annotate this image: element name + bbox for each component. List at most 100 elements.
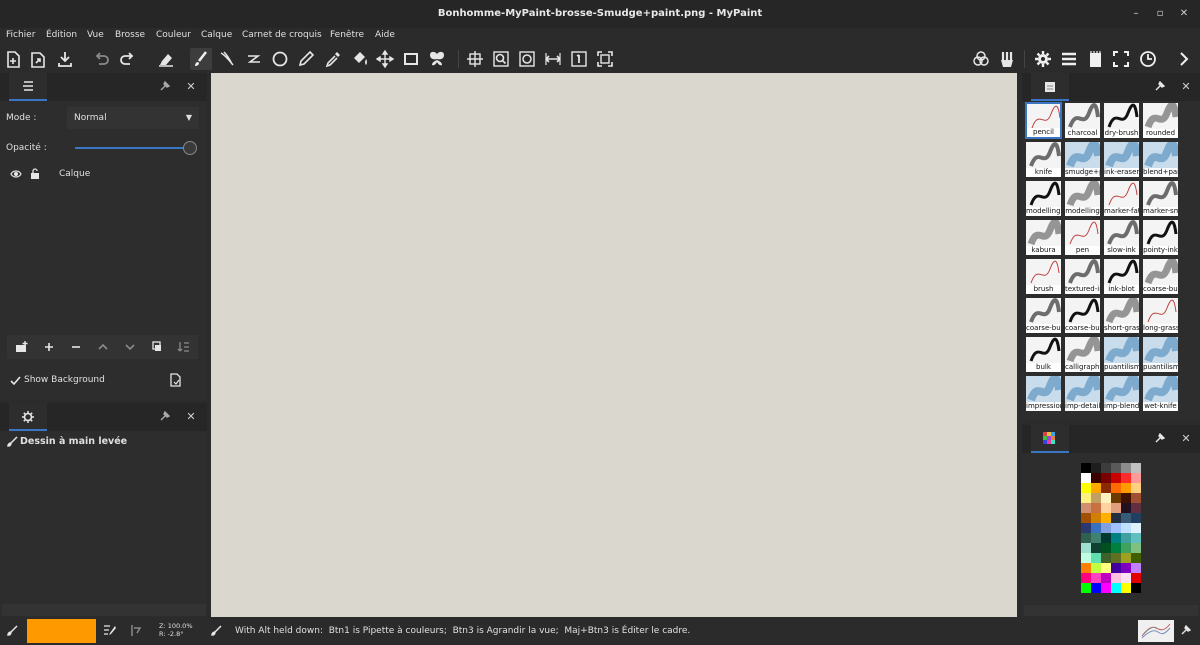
history-icon[interactable] xyxy=(1137,48,1159,70)
eye-icon[interactable] xyxy=(10,169,22,182)
brush-impressionism[interactable]: impressionism xyxy=(1025,375,1062,412)
pin-icon[interactable] xyxy=(1153,80,1167,94)
brush-long-grass[interactable]: long-grass xyxy=(1142,297,1179,334)
menu-calque[interactable]: Calque xyxy=(201,30,232,40)
palette-swatch[interactable] xyxy=(1121,543,1131,553)
new-document-icon[interactable] xyxy=(2,48,24,70)
layer-row[interactable]: Calque xyxy=(0,163,207,185)
menu-edition[interactable]: Édition xyxy=(46,30,77,40)
palette-swatch[interactable] xyxy=(1111,553,1121,563)
palette-swatch[interactable] xyxy=(1111,533,1121,543)
brush-picker-icon[interactable] xyxy=(996,48,1018,70)
color-wheel-icon[interactable] xyxy=(970,48,992,70)
close-panel-icon[interactable]: ✕ xyxy=(184,80,198,94)
brush-coarse-bulk-3[interactable]: coarse-bulk-3 xyxy=(1142,258,1179,295)
palette-swatch[interactable] xyxy=(1101,503,1111,513)
move-layer-icon[interactable] xyxy=(374,48,396,70)
palette-swatch[interactable] xyxy=(1101,563,1111,573)
palette-swatch[interactable] xyxy=(1121,583,1131,593)
brush-modelling2[interactable]: modelling2 xyxy=(1025,180,1062,217)
symmetry-icon[interactable] xyxy=(426,48,448,70)
palette-swatch[interactable] xyxy=(1131,513,1141,523)
palette-swatch[interactable] xyxy=(1091,563,1101,573)
palette-swatch[interactable] xyxy=(1131,573,1141,583)
brush-rounded[interactable]: rounded xyxy=(1142,102,1179,139)
scratchpad-icon[interactable] xyxy=(1084,48,1106,70)
menu-couleur[interactable]: Couleur xyxy=(156,30,191,40)
brush-bulk[interactable]: bulk xyxy=(1025,336,1062,373)
brush-ink-blot[interactable]: ink-blot xyxy=(1103,258,1140,295)
palette-swatch[interactable] xyxy=(1101,533,1111,543)
brush-pencil[interactable]: pencil xyxy=(1025,102,1062,139)
palette-swatch[interactable] xyxy=(1131,493,1141,503)
brush-puantilism2[interactable]: puantilism2 xyxy=(1142,336,1179,373)
show-background-checkbox[interactable] xyxy=(10,375,21,386)
brush-smudge+paint[interactable]: smudge+paint xyxy=(1064,141,1101,178)
horizontal-scrollbar[interactable] xyxy=(1024,605,1198,616)
unlock-icon[interactable] xyxy=(29,168,41,183)
minimize-button[interactable]: – xyxy=(1128,6,1144,22)
brush-coarse-bulk-2[interactable]: coarse-bulk-2 xyxy=(1025,297,1062,334)
palette-swatch[interactable] xyxy=(1081,473,1091,483)
palette-swatch[interactable] xyxy=(1091,463,1101,473)
palette-swatch[interactable] xyxy=(1091,543,1101,553)
edit-brush-icon[interactable] xyxy=(103,624,117,640)
palette-swatch[interactable] xyxy=(1081,553,1091,563)
opacity-slider-track[interactable] xyxy=(75,147,187,149)
palette-swatch[interactable] xyxy=(1101,473,1111,483)
fill-icon[interactable] xyxy=(348,48,370,70)
close-panel-icon[interactable]: ✕ xyxy=(1179,432,1193,446)
brush-modelling[interactable]: modelling xyxy=(1064,180,1101,217)
palette-swatch[interactable] xyxy=(1101,463,1111,473)
palette-swatch[interactable] xyxy=(1091,533,1101,543)
pin-icon[interactable] xyxy=(1180,624,1192,639)
rotate-view-icon[interactable] xyxy=(516,48,538,70)
connected-lines-icon[interactable] xyxy=(243,48,265,70)
horizontal-scrollbar[interactable] xyxy=(2,604,206,616)
palette-swatch[interactable] xyxy=(1081,503,1091,513)
palette-swatch[interactable] xyxy=(1091,573,1101,583)
palette-swatch[interactable] xyxy=(1091,553,1101,563)
open-document-icon[interactable] xyxy=(27,48,49,70)
palette-swatch[interactable] xyxy=(1081,563,1091,573)
brush-imp-details[interactable]: imp-details xyxy=(1064,375,1101,412)
palette-swatch[interactable] xyxy=(1081,493,1091,503)
layer-down-icon[interactable] xyxy=(118,336,142,358)
palette-swatch[interactable] xyxy=(1091,483,1101,493)
freehand-brush-icon[interactable] xyxy=(190,48,212,70)
palette-swatch[interactable] xyxy=(1091,523,1101,533)
palette-swatch[interactable] xyxy=(1081,533,1091,543)
close-window-button[interactable]: ✕ xyxy=(1176,6,1192,22)
palette-swatch[interactable] xyxy=(1111,503,1121,513)
add-layer-group-icon[interactable] xyxy=(10,336,34,358)
tab-layers[interactable] xyxy=(9,73,47,101)
palette-swatch[interactable] xyxy=(1121,463,1131,473)
color-picker-icon[interactable] xyxy=(322,48,344,70)
palette-swatch[interactable] xyxy=(1111,463,1121,473)
palette-swatch[interactable] xyxy=(1121,553,1131,563)
menu-icon[interactable] xyxy=(1058,48,1080,70)
palette-swatch[interactable] xyxy=(1121,573,1131,583)
palette-swatch[interactable] xyxy=(1081,523,1091,533)
current-color-swatch[interactable] xyxy=(27,619,96,643)
brush-imp-blending[interactable]: imp-blending xyxy=(1103,375,1140,412)
current-brush-preview[interactable] xyxy=(1138,620,1174,642)
add-layer-icon[interactable] xyxy=(37,336,61,358)
tab-tool-options[interactable] xyxy=(9,403,47,431)
flip-view-icon[interactable] xyxy=(542,48,564,70)
palette-swatch[interactable] xyxy=(1111,473,1121,483)
palette-swatch[interactable] xyxy=(1081,513,1091,523)
pin-icon[interactable] xyxy=(158,80,172,94)
palette-swatch[interactable] xyxy=(1091,513,1101,523)
palette-swatch[interactable] xyxy=(1101,573,1111,583)
palette-swatch[interactable] xyxy=(1131,473,1141,483)
palette-swatch[interactable] xyxy=(1131,563,1141,573)
brush-calligraphy[interactable]: calligraphy xyxy=(1064,336,1101,373)
brush-marker-fat[interactable]: marker-fat xyxy=(1103,180,1140,217)
palette-swatch[interactable] xyxy=(1111,573,1121,583)
redo-icon[interactable] xyxy=(117,48,139,70)
pin-icon[interactable] xyxy=(158,410,172,424)
remove-layer-icon[interactable] xyxy=(64,336,88,358)
palette-swatch[interactable] xyxy=(1101,523,1111,533)
brush-textured-ink[interactable]: textured-ink xyxy=(1064,258,1101,295)
